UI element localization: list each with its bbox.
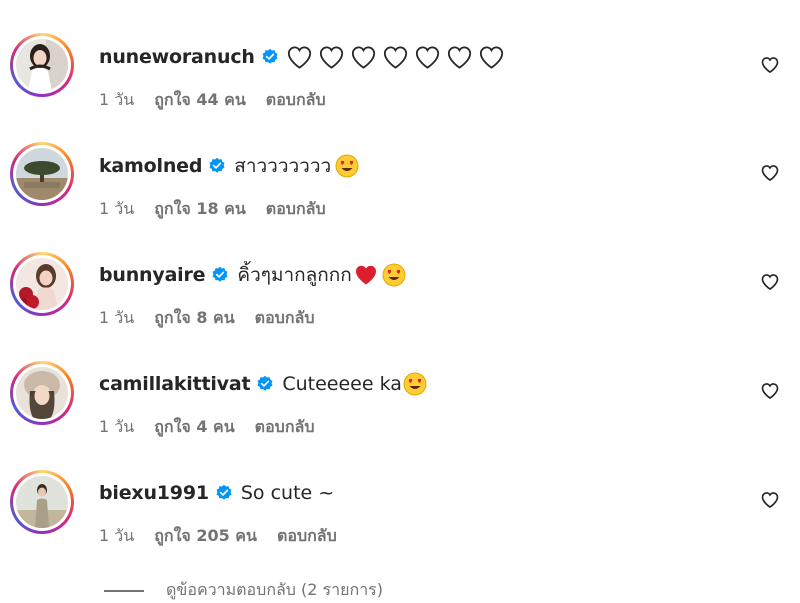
view-replies-button[interactable]: ดูข้อความตอบกลับ (2 รายการ): [104, 578, 383, 603]
reply-button[interactable]: ตอบกลับ: [266, 197, 326, 222]
comment-time[interactable]: 1 วัน: [99, 524, 134, 549]
reply-button[interactable]: ตอบกลับ: [255, 306, 315, 331]
comment-text: So cute ~: [240, 482, 335, 504]
verified-badge-icon: [216, 484, 232, 500]
verified-badge-icon: [209, 157, 225, 173]
comment-item: biexu1991 So cute ~ 1 วัน ถูกใจ 205 คน ต…: [0, 0, 800, 545]
comment-likes[interactable]: ถูกใจ 4 คน: [154, 415, 234, 440]
comment-text: Cuteeeee ka: [282, 373, 402, 395]
verified-badge-icon: [212, 266, 228, 282]
heart-eyes-emoji-icon: [403, 372, 427, 396]
comment-username[interactable]: biexu1991: [99, 482, 209, 504]
comment-time[interactable]: 1 วัน: [99, 415, 134, 440]
like-heart-icon[interactable]: [760, 272, 780, 292]
comment-username[interactable]: kamolned: [99, 155, 202, 177]
reply-button[interactable]: ตอบกลับ: [277, 524, 337, 549]
comment-text: สาววววววว: [234, 155, 332, 177]
comment-likes[interactable]: ถูกใจ 18 คน: [154, 197, 246, 222]
avatar[interactable]: [10, 470, 74, 534]
avatar-dragon-blood-tree-icon: [16, 148, 68, 200]
avatar[interactable]: [10, 142, 74, 206]
avatar-man-outdoors-icon: [16, 476, 68, 528]
view-replies-label: ดูข้อความตอบกลับ (2 รายการ): [166, 580, 384, 599]
avatar[interactable]: [10, 361, 74, 425]
like-heart-icon[interactable]: [760, 381, 780, 401]
like-heart-icon[interactable]: [760, 163, 780, 183]
reply-button[interactable]: ตอบกลับ: [255, 415, 315, 440]
avatar-woman-with-roses-icon: [16, 258, 68, 310]
comment-username[interactable]: bunnyaire: [99, 264, 206, 286]
comment-time[interactable]: 1 วัน: [99, 306, 134, 331]
comment-text: คิ้วๆมากลูกกก: [237, 264, 352, 286]
comment-time[interactable]: 1 วัน: [99, 197, 134, 222]
verified-badge-icon: [257, 375, 273, 391]
like-heart-icon[interactable]: [760, 490, 780, 510]
comment-likes[interactable]: ถูกใจ 8 คน: [154, 306, 234, 331]
avatar-woman-fur-hat-icon: [16, 367, 68, 419]
comment-likes[interactable]: ถูกใจ 205 คน: [154, 524, 257, 549]
heart-eyes-emoji-icon: [335, 154, 359, 178]
view-replies-divider: [104, 589, 144, 592]
avatar[interactable]: [10, 252, 74, 316]
heart-eyes-emoji-icon: [382, 263, 406, 287]
comment-username[interactable]: camillakittivat: [99, 373, 251, 395]
red-heart-emoji-icon: [355, 265, 376, 285]
